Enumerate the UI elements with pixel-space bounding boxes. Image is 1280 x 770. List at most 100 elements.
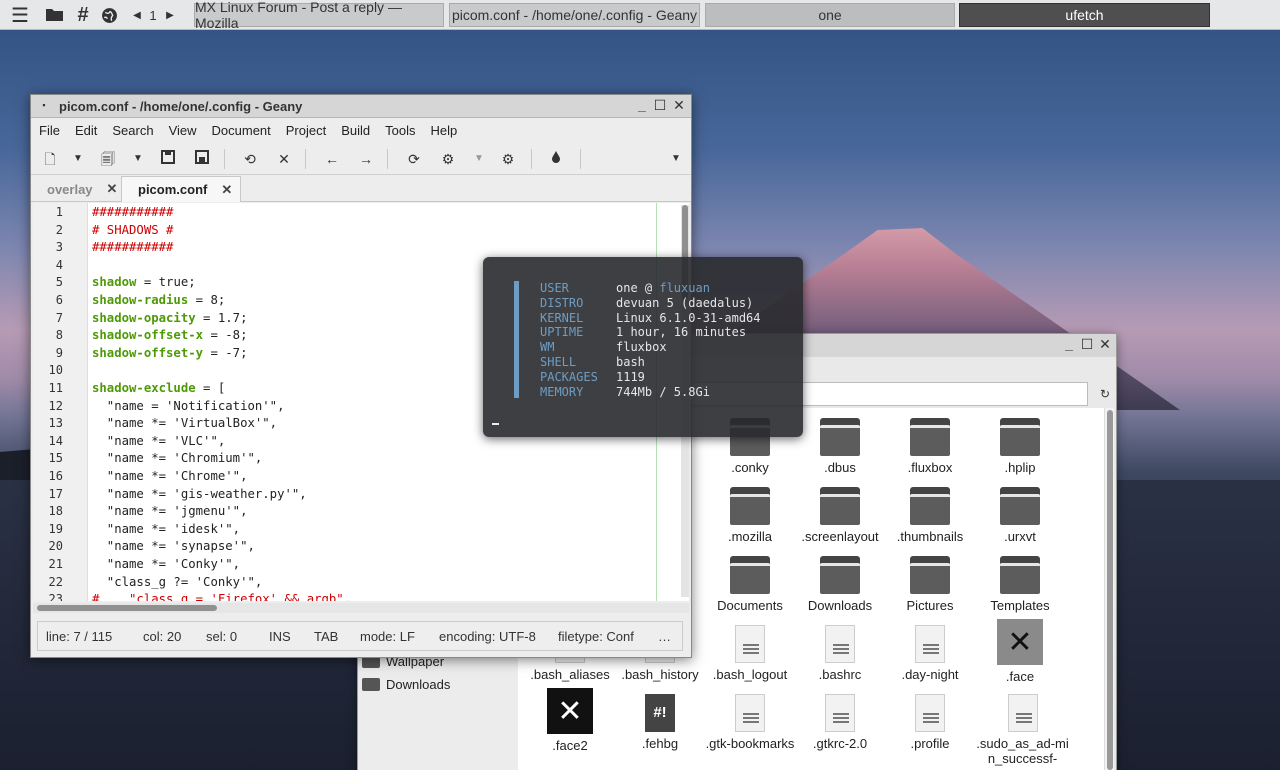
info-value-text: devuan 5 (daedalus) bbox=[616, 295, 754, 310]
maximize-icon[interactable]: ☐ bbox=[1080, 337, 1094, 351]
open-file-icon[interactable]: 🗐 bbox=[99, 150, 117, 168]
file-item[interactable]: .gtkrc-2.0 bbox=[795, 694, 885, 751]
toolbar-overflow-icon[interactable]: ▼ bbox=[667, 150, 685, 168]
file-item[interactable]: ✕ .face2 bbox=[525, 688, 615, 753]
task-ufetch[interactable]: ufetch bbox=[959, 3, 1210, 27]
globe-icon[interactable] bbox=[98, 4, 120, 26]
next-workspace-icon[interactable]: ▶ bbox=[163, 4, 177, 26]
back-icon[interactable]: ← bbox=[323, 150, 341, 168]
tab-picom-conf[interactable]: picom.conf ✕ bbox=[121, 176, 242, 202]
folder-item[interactable]: .urxvt bbox=[975, 487, 1065, 544]
menu-file[interactable]: File bbox=[39, 123, 60, 138]
reload-icon[interactable]: ⟳ bbox=[405, 150, 423, 168]
menu-icon[interactable]: ☰ bbox=[8, 4, 32, 27]
code-text: "name *= 'idesk'", bbox=[92, 521, 241, 536]
close-tab-icon[interactable]: ✕ bbox=[107, 181, 118, 197]
forward-icon[interactable]: → bbox=[357, 150, 375, 168]
color-picker-icon[interactable] bbox=[547, 150, 565, 168]
terminal-cursor bbox=[492, 423, 499, 425]
info-value: devuan 5 (daedalus) bbox=[616, 296, 753, 310]
file-item[interactable]: .gtk-bookmarks bbox=[705, 694, 795, 751]
new-dropdown-icon[interactable]: ▼ bbox=[69, 150, 87, 168]
file-item[interactable]: .profile bbox=[885, 694, 975, 751]
task-firefox[interactable]: MX Linux Forum - Post a reply — Mozilla bbox=[194, 0, 444, 31]
status-more: … bbox=[658, 629, 671, 644]
face-image-icon: ✕ bbox=[997, 619, 1043, 665]
open-dropdown-icon[interactable]: ▼ bbox=[129, 150, 147, 168]
window-title: picom.conf - /home/one/.config - Geany bbox=[59, 99, 303, 114]
task-one[interactable]: one bbox=[705, 3, 955, 27]
file-item[interactable]: .sudo_as_ad-min_successf- bbox=[975, 694, 1070, 766]
window-menu-icon[interactable]: ▪ bbox=[37, 98, 51, 112]
menu-tools[interactable]: Tools bbox=[385, 123, 415, 138]
file-item[interactable]: .bashrc bbox=[795, 625, 885, 682]
close-icon[interactable]: ✕ bbox=[672, 98, 686, 112]
tab-overlay[interactable]: overlay ✕ bbox=[31, 176, 125, 202]
script-file-icon: #! bbox=[645, 694, 675, 732]
close-tab-icon[interactable]: ✕ bbox=[221, 182, 232, 198]
close-icon[interactable]: ✕ bbox=[1098, 337, 1112, 351]
revert-icon[interactable]: ⟲ bbox=[241, 150, 259, 168]
gear-icon[interactable]: ⚙ bbox=[439, 150, 457, 168]
folder-item[interactable]: Documents bbox=[705, 556, 795, 613]
info-value: fluxbox bbox=[616, 340, 667, 354]
face-image-icon: ✕ bbox=[547, 688, 593, 734]
code-line: ########### bbox=[92, 240, 173, 254]
folder-icon bbox=[820, 556, 860, 594]
config-key: shadow-offset-y bbox=[92, 345, 204, 360]
menu-project[interactable]: Project bbox=[286, 123, 326, 138]
refresh-icon[interactable]: ↻ bbox=[1095, 383, 1115, 405]
file-grid-scrollbar[interactable] bbox=[1104, 408, 1114, 770]
menu-search[interactable]: Search bbox=[112, 123, 153, 138]
build-dropdown-icon[interactable]: ▼ bbox=[470, 150, 488, 168]
info-key: UPTIME bbox=[540, 325, 584, 340]
folder-item[interactable]: .mozilla bbox=[705, 487, 795, 544]
status-mode: mode: LF bbox=[360, 629, 415, 644]
file-item[interactable]: #! .fehbg bbox=[615, 694, 705, 751]
hash-icon[interactable]: # bbox=[72, 4, 94, 26]
execute-icon[interactable]: ⚙ bbox=[499, 150, 517, 168]
folder-item[interactable]: .screenlayout bbox=[795, 487, 885, 544]
maximize-icon[interactable]: ☐ bbox=[653, 98, 667, 112]
task-geany[interactable]: picom.conf - /home/one/.config - Geany bbox=[449, 3, 700, 27]
config-key: shadow-opacity bbox=[92, 310, 196, 325]
line-number: 10 bbox=[48, 363, 63, 378]
file-item[interactable]: .day-night bbox=[885, 625, 975, 682]
line-number: 22 bbox=[48, 574, 63, 589]
file-item[interactable]: ✕ .face bbox=[975, 619, 1065, 684]
config-key: shadow bbox=[92, 275, 137, 290]
prev-workspace-icon[interactable]: ◀ bbox=[130, 4, 144, 26]
menu-document[interactable]: Document bbox=[212, 123, 271, 138]
menu-edit[interactable]: Edit bbox=[75, 123, 97, 138]
folder-item[interactable]: .hplip bbox=[975, 418, 1065, 475]
editor-horizontal-scrollbar[interactable] bbox=[33, 603, 689, 613]
folder-item[interactable]: Downloads bbox=[795, 556, 885, 613]
folder-item[interactable]: .fluxbox bbox=[885, 418, 975, 475]
folder-icon bbox=[820, 487, 860, 525]
folder-item[interactable]: Templates bbox=[975, 556, 1065, 613]
menu-help[interactable]: Help bbox=[431, 123, 458, 138]
folder-icon bbox=[1000, 487, 1040, 525]
folder-launcher-icon[interactable] bbox=[44, 4, 66, 26]
config-value: = true; bbox=[136, 275, 196, 290]
geany-titlebar[interactable]: ▪ picom.conf - /home/one/.config - Geany… bbox=[31, 95, 691, 118]
folder-item[interactable]: Pictures bbox=[885, 556, 975, 613]
code-line: shadow-offset-x = -8; bbox=[92, 328, 247, 342]
info-key: WM bbox=[540, 340, 555, 355]
info-key: PACKAGES bbox=[540, 369, 598, 384]
folder-item[interactable]: .thumbnails bbox=[885, 487, 975, 544]
minimize-icon[interactable]: _ bbox=[1062, 337, 1076, 351]
new-file-icon[interactable]: 🗋 bbox=[41, 150, 59, 168]
minimize-icon[interactable]: _ bbox=[635, 98, 649, 112]
close-file-icon[interactable]: ✕ bbox=[275, 150, 293, 168]
places-sidebar: Wallpaper Downloads bbox=[358, 654, 518, 770]
menu-build[interactable]: Build bbox=[341, 123, 370, 138]
code-text: "name *= 'jgmenu'", bbox=[92, 504, 248, 519]
menu-view[interactable]: View bbox=[169, 123, 197, 138]
save-all-icon[interactable] bbox=[193, 150, 211, 168]
text-file-icon bbox=[735, 625, 765, 663]
save-icon[interactable] bbox=[159, 150, 177, 168]
sidebar-item-downloads[interactable]: Downloads bbox=[362, 677, 450, 692]
folder-item[interactable]: .dbus bbox=[795, 418, 885, 475]
file-item[interactable]: .bash_logout bbox=[705, 625, 795, 682]
